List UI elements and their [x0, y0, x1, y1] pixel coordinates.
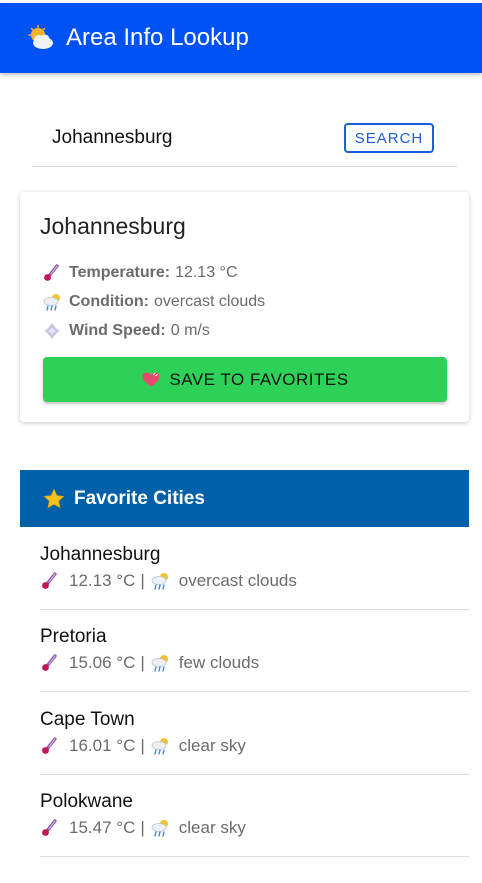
cloud-rain-icon	[150, 736, 170, 756]
search-input[interactable]	[32, 127, 312, 149]
favorite-city-temp: 15.47 °C	[69, 818, 136, 837]
temperature-row: Temperature: 12.13 °C	[42, 263, 238, 283]
wind-value: 0 m/s	[170, 322, 210, 339]
condition-row: Condition: overcast clouds	[42, 292, 265, 312]
sun-behind-cloud-icon	[28, 25, 53, 49]
favorite-item[interactable]: Pretoria 15.06 °C | few clouds	[40, 609, 469, 692]
thermometer-icon	[40, 736, 60, 756]
search-bar: SEARCH	[32, 110, 457, 167]
separator: |	[140, 571, 145, 590]
favorite-city-name: Johannesburg	[40, 544, 161, 565]
favorites-header: Favorite Cities	[20, 470, 469, 527]
separator: |	[140, 736, 145, 755]
favorite-city-name: Polokwane	[40, 791, 133, 812]
search-button[interactable]: SEARCH	[344, 123, 434, 153]
temperature-value: 12.13 °C	[175, 264, 238, 281]
thermometer-icon	[40, 571, 60, 591]
favorite-city-condition: overcast clouds	[178, 571, 297, 590]
favorite-item[interactable]: Cape Town 16.01 °C | clear sky	[40, 692, 469, 775]
wind-label: Wind Speed:	[69, 322, 166, 339]
thermometer-icon	[40, 653, 60, 673]
favorite-city-weather: 12.13 °C | overcast clouds	[40, 571, 297, 591]
cloud-rain-icon	[150, 653, 170, 673]
temperature-label: Temperature:	[69, 264, 171, 281]
favorite-city-temp: 15.06 °C	[69, 653, 136, 672]
weather-card: Johannesburg Temperature: 12.13 °C Condi…	[20, 192, 469, 422]
favorite-city-weather: 15.06 °C | few clouds	[40, 653, 259, 673]
separator: |	[140, 653, 145, 672]
save-to-favorites-button[interactable]: SAVE TO FAVORITES	[43, 357, 447, 402]
heart-icon	[142, 372, 160, 387]
favorite-item[interactable]: Polokwane 15.47 °C | clear sky	[40, 774, 469, 857]
weather-card-city: Johannesburg	[40, 213, 186, 239]
cloud-rain-icon	[42, 292, 62, 312]
cloud-rain-icon	[150, 818, 170, 838]
favorite-city-temp: 12.13 °C	[69, 571, 136, 590]
wind-icon	[42, 321, 62, 341]
thermometer-icon	[42, 263, 62, 283]
favorites-title: Favorite Cities	[74, 487, 205, 509]
favorite-city-condition: few clouds	[178, 653, 260, 672]
favorite-city-condition: clear sky	[178, 818, 246, 837]
star-icon	[43, 488, 65, 508]
condition-label: Condition:	[69, 293, 149, 310]
favorite-city-temp: 16.01 °C	[69, 736, 136, 755]
cloud-rain-icon	[150, 571, 170, 591]
condition-value: overcast clouds	[153, 293, 266, 310]
favorite-city-name: Pretoria	[40, 626, 107, 647]
separator: |	[140, 818, 145, 837]
favorite-city-name: Cape Town	[40, 709, 135, 730]
wind-row: Wind Speed: 0 m/s	[42, 321, 210, 341]
favorite-item[interactable]: Johannesburg 12.13 °C | overcast clouds	[40, 527, 469, 610]
thermometer-icon	[40, 818, 60, 838]
app-title: Area Info Lookup	[66, 24, 249, 51]
app-bar: Area Info Lookup	[0, 3, 482, 73]
favorite-city-weather: 15.47 °C | clear sky	[40, 818, 246, 838]
favorite-city-weather: 16.01 °C | clear sky	[40, 736, 246, 756]
favorite-city-condition: clear sky	[178, 736, 246, 755]
save-button-label: SAVE TO FAVORITES	[169, 369, 349, 389]
